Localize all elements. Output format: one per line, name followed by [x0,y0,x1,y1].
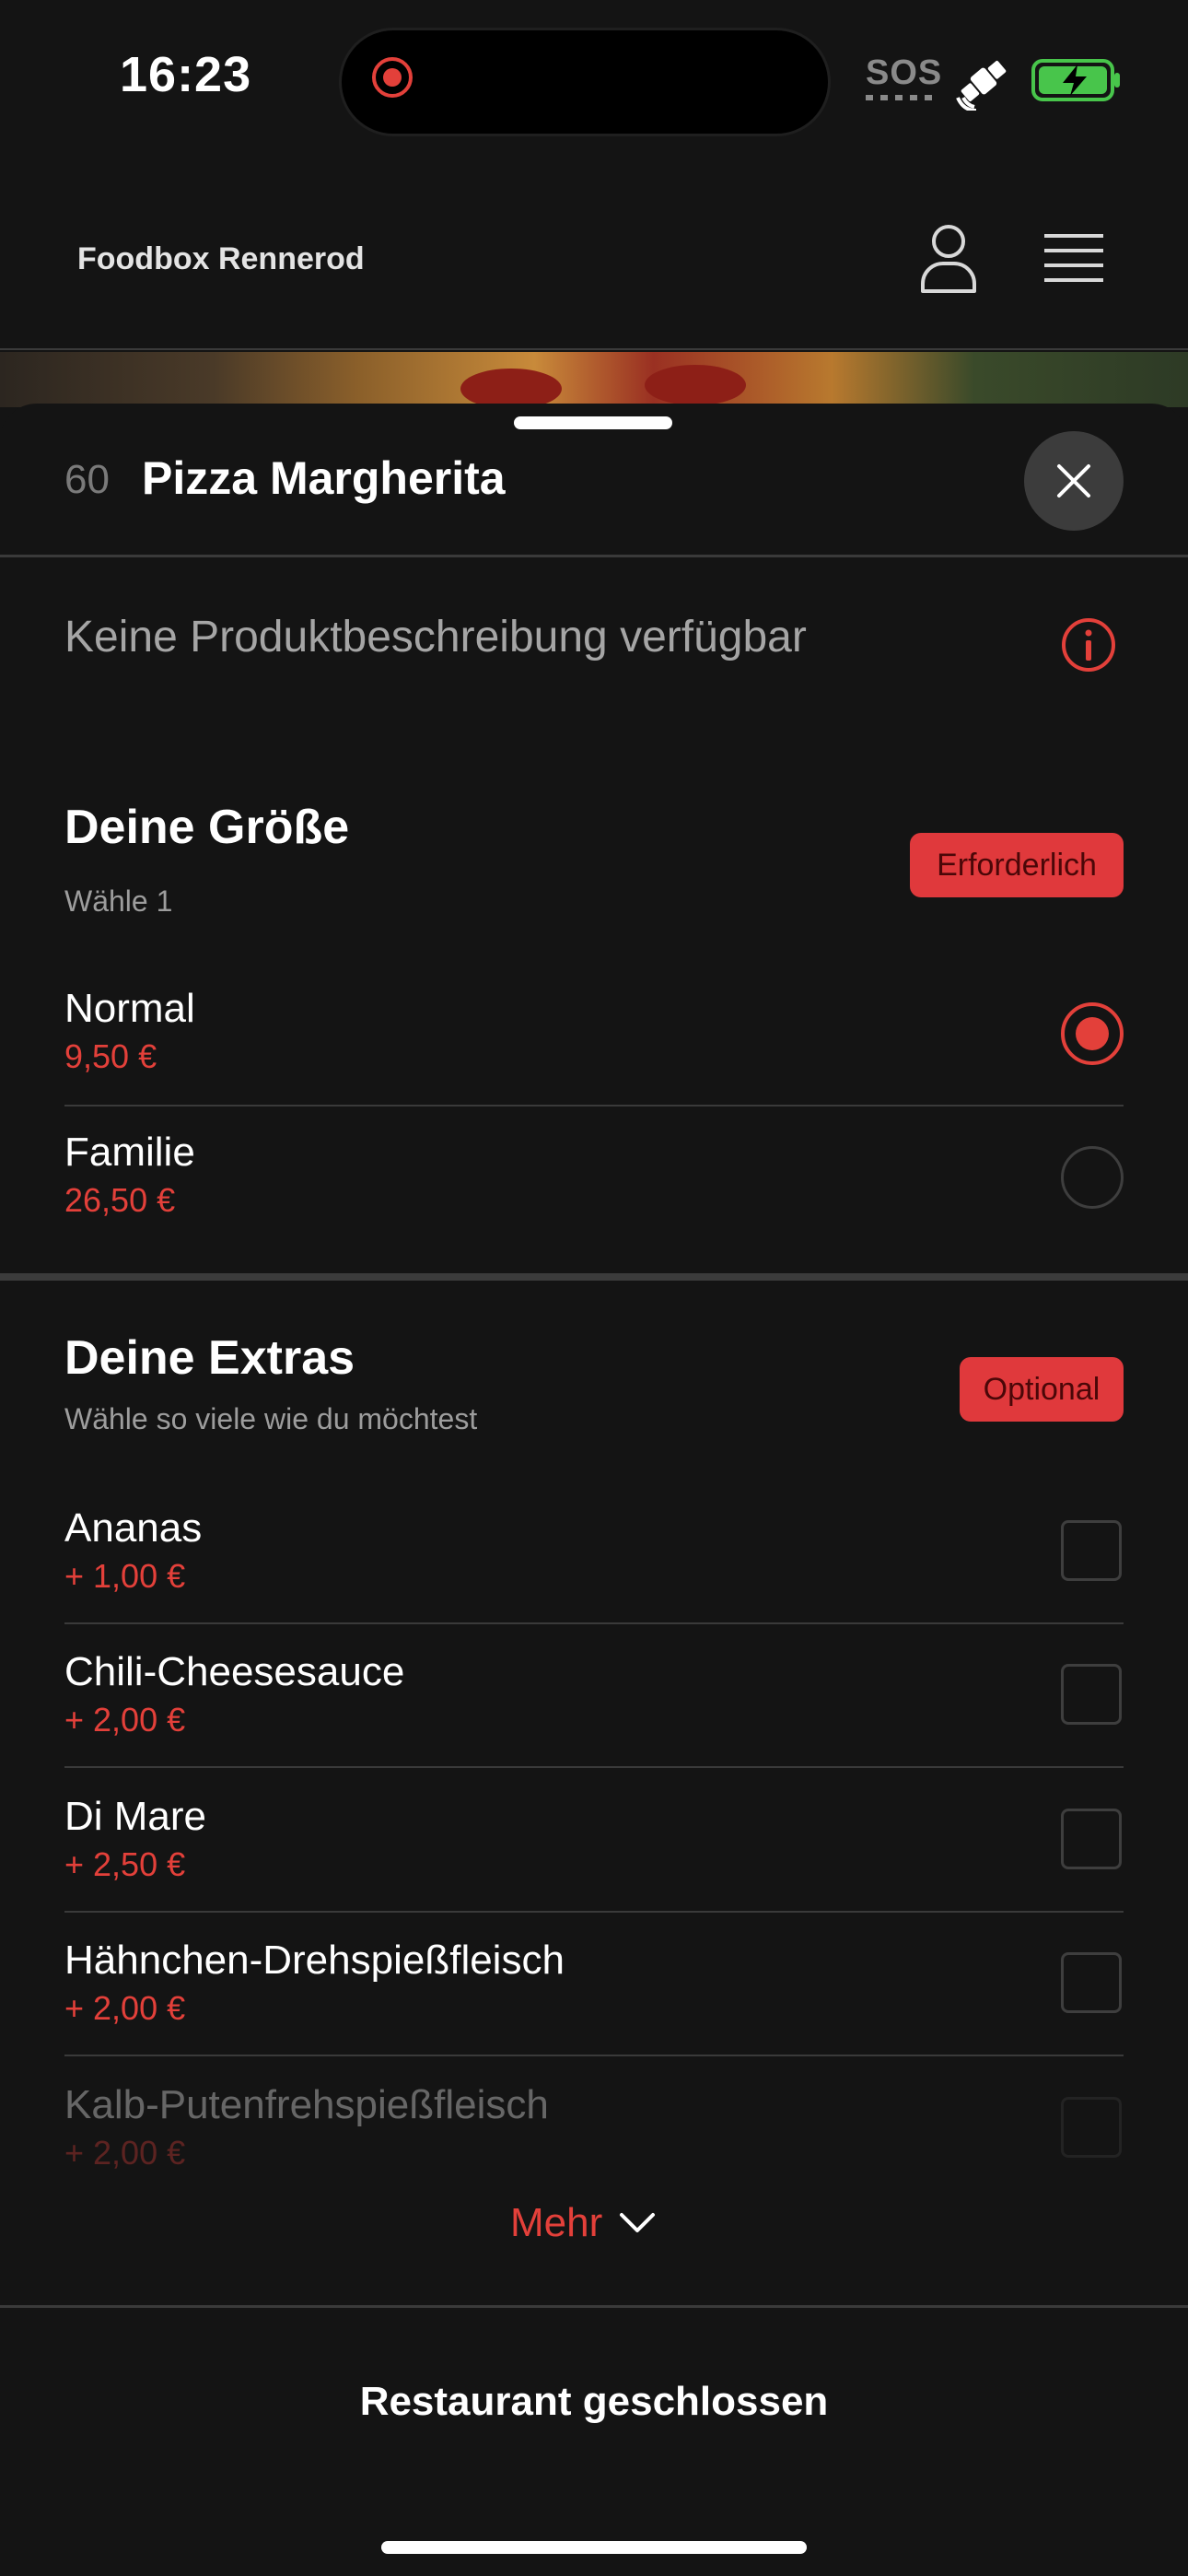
divider [64,1622,1124,1624]
option-name: Familie [64,1130,195,1175]
extra-option-ananas[interactable]: Ananas + 1,00 € [0,1502,1188,1622]
divider [64,1911,1124,1913]
hero-decor [645,365,746,405]
battery-charging-icon [1031,59,1120,101]
checkbox[interactable] [1061,1809,1122,1869]
user-icon[interactable] [917,221,980,295]
info-icon[interactable] [1061,617,1116,673]
extra-option-kalb-puten[interactable]: Kalb-Putenfrehspießfleisch + 2,00 € [0,2078,1188,2198]
divider [64,2055,1124,2056]
size-option-familie[interactable]: Familie 26,50 € [0,1126,1188,1246]
satellite-icon [956,60,1007,111]
extra-option-chili-cheesesauce[interactable]: Chili-Cheesesauce + 2,00 € [0,1645,1188,1765]
checkbox[interactable] [1061,1664,1122,1725]
checkbox[interactable] [1061,1520,1122,1581]
option-price: + 1,00 € [64,1557,186,1595]
show-more-label: Mehr [510,2200,603,2245]
show-more-button[interactable]: Mehr [510,2200,656,2246]
option-price: 9,50 € [64,1037,157,1075]
checkbox[interactable] [1061,2097,1122,2158]
close-icon [1057,464,1090,498]
hamburger-menu-icon[interactable] [1042,230,1105,287]
radio-unselected[interactable] [1061,1146,1124,1209]
option-price: + 2,00 € [64,2134,186,2172]
sos-text: SOS [866,53,943,92]
extras-section-title: Deine Extras [64,1331,355,1385]
option-name: Hähnchen-Drehspießfleisch [64,1938,565,1983]
sheet-grabber[interactable] [514,416,672,429]
restaurant-closed-label: Restaurant geschlossen [359,2379,829,2424]
size-section-title: Deine Größe [64,801,350,854]
option-name: Normal [64,986,195,1031]
product-number: 60 [64,457,110,502]
divider [64,1766,1124,1768]
option-name: Chili-Cheesesauce [64,1649,405,1694]
section-divider [0,1273,1188,1281]
option-price: + 2,00 € [64,1989,186,2027]
option-price: + 2,00 € [64,1701,186,1739]
screen-record-icon [372,57,413,98]
restaurant-name[interactable]: Foodbox Rennerod [77,241,365,277]
status-time: 16:23 [120,47,252,102]
extras-section-subtitle: Wähle so viele wie du möchtest [64,1402,478,1435]
product-description: Keine Produktbeschreibung verfügbar [64,613,807,662]
footer-divider [0,2305,1188,2308]
size-section-subtitle: Wähle 1 [64,884,173,918]
divider [0,555,1188,557]
product-sheet [0,404,1188,2576]
option-name: Ananas [64,1505,203,1551]
extra-option-haehnchen[interactable]: Hähnchen-Drehspießfleisch + 2,00 € [0,1934,1188,2054]
radio-selected[interactable] [1061,1002,1124,1065]
divider [64,1105,1124,1107]
optional-badge: Optional [960,1357,1124,1422]
product-hero-image [0,352,1188,407]
option-name: Di Mare [64,1794,207,1839]
product-name: Pizza Margherita [142,452,506,504]
checkbox[interactable] [1061,1952,1122,2013]
option-price: 26,50 € [64,1181,176,1219]
home-indicator[interactable] [381,2541,807,2554]
close-button[interactable] [1024,431,1124,531]
option-name: Kalb-Putenfrehspießfleisch [64,2082,549,2127]
extra-option-di-mare[interactable]: Di Mare + 2,50 € [0,1790,1188,1910]
chevron-down-icon [620,2213,656,2232]
required-badge: Erforderlich [910,833,1124,897]
option-price: + 2,50 € [64,1845,186,1883]
sos-icon: SOS [866,53,943,109]
size-option-normal[interactable]: Normal 9,50 € [0,982,1188,1102]
